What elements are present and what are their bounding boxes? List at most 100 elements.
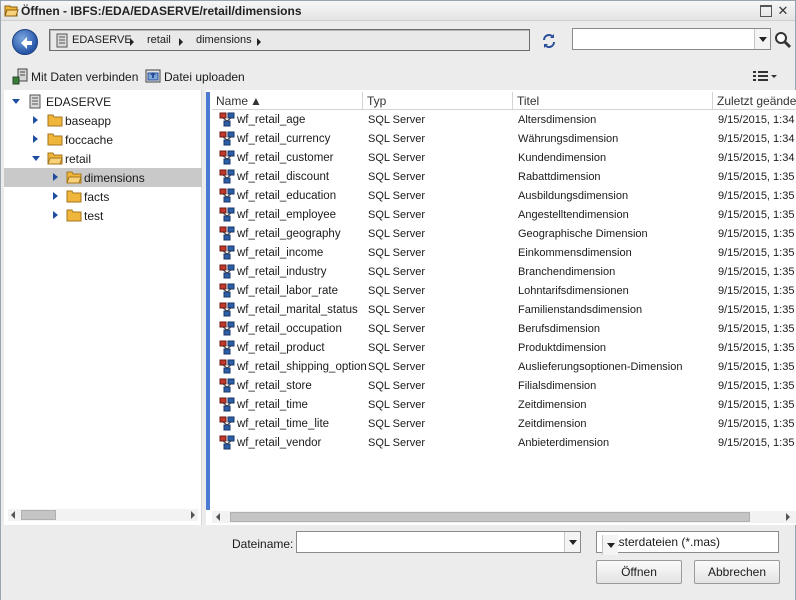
connect-data-button[interactable]: Mit Daten verbinden [12,68,139,86]
chevron-right-icon[interactable] [130,38,134,46]
breadcrumb-item-dimensions[interactable]: dimensions [196,34,252,46]
folder-tree: EDASERVE baseapp foccache retail dimensi… [4,90,202,525]
table-row[interactable]: wf_retail_marital_status SQL Server Famili… [212,301,796,320]
table-row[interactable]: wf_retail_time_lite SQL Server Zeitdimensi… [212,415,796,434]
tree-item-dimensions[interactable]: dimensions [4,168,202,187]
tree-item-label: foccache [65,133,114,147]
tree-item-edaserve[interactable]: EDASERVE [4,92,202,111]
close-button[interactable]: ✕ [777,4,789,17]
table-row[interactable]: wf_retail_customer SQL Server Kundendimens… [212,149,796,168]
refresh-icon[interactable] [540,32,558,50]
table-row[interactable]: wf_retail_income SQL Server Einkommensdime… [212,244,796,263]
chevron-right-icon[interactable] [33,116,38,124]
cell-type: SQL Server [368,304,426,316]
scrollbar-thumb[interactable] [21,510,56,520]
column-header-type[interactable]: Typ [363,92,513,110]
cell-name: wf_retail_time [237,399,308,411]
maximize-button[interactable] [760,5,772,17]
scrollbar-thumb[interactable] [230,512,750,522]
table-row[interactable]: wf_retail_product SQL Server Produktdimens… [212,339,796,358]
chevron-right-icon[interactable] [53,192,58,200]
window-title: Öffnen - IBFS:/EDA/EDASERVE/retail/dimen… [21,4,302,18]
cell-name: wf_retail_education [237,190,337,202]
cell-type: SQL Server [368,437,426,449]
scroll-left-icon[interactable] [216,513,220,521]
table-row[interactable]: wf_retail_store SQL Server Filialsdimensio… [212,377,796,396]
chevron-right-icon[interactable] [33,135,38,143]
cell-name: wf_retail_labor_rate [237,285,339,297]
table-row[interactable]: wf_retail_occupation SQL Server Berufsdime… [212,320,796,339]
scroll-right-icon[interactable] [786,513,790,521]
table-row[interactable]: wf_retail_discount SQL Server Rabattdimens… [212,168,796,187]
cell-title: Angestelltendimension [518,209,629,221]
master-file-icon [219,207,235,226]
search-icon[interactable] [774,31,792,49]
cell-modified: 9/15/2015, 1:34 [718,152,795,164]
table-row[interactable]: wf_retail_labor_rate SQL Server Lohntarifs… [212,282,796,301]
cell-modified: 9/15/2015, 1:35 [718,266,795,278]
filename-input[interactable] [299,534,561,550]
column-header-title[interactable]: Titel [513,92,713,110]
chevron-right-icon[interactable] [179,38,183,46]
chevron-right-icon[interactable] [53,173,58,181]
cell-title: Filialsdimension [518,380,597,392]
cell-name: wf_retail_time_lite [237,418,330,430]
tree-horizontal-scrollbar[interactable] [8,509,198,521]
scroll-right-icon[interactable] [191,511,195,519]
table-row[interactable]: wf_retail_geography SQL Server Geographisc… [212,225,796,244]
table-row[interactable]: wf_retail_age SQL Server Altersdimension 9/… [212,111,796,130]
tree-item-retail[interactable]: retail [4,149,202,168]
chevron-right-icon[interactable] [53,211,58,219]
cell-name: wf_retail_customer [237,152,334,164]
breadcrumb[interactable]: EDASERVE retail dimensions [49,29,530,51]
cancel-button[interactable]: Abbrechen [694,560,780,584]
cell-title: Zeitdimension [518,418,587,430]
dialog-footer: Dateiname: Masterdateien (*.mas) Öffnen … [1,525,795,600]
cell-type: SQL Server [368,342,426,354]
tree-item-baseapp[interactable]: baseapp [4,111,202,130]
view-options-icon[interactable] [752,69,778,83]
table-row[interactable]: wf_retail_industry SQL Server Branchendime… [212,263,796,282]
folder-icon [47,132,63,149]
column-header-modified[interactable]: Zuletzt geänder [713,92,796,110]
file-type-select[interactable]: Masterdateien (*.mas) [596,531,779,555]
table-row[interactable]: wf_retail_shipping_option SQL Server Ausli… [212,358,796,377]
scroll-left-icon[interactable] [11,511,15,519]
chevron-right-icon[interactable] [257,38,261,46]
tree-item-test[interactable]: test [4,206,202,225]
breadcrumb-item-retail[interactable]: retail [147,34,171,46]
column-header-label: Typ [367,94,387,108]
cell-name: wf_retail_discount [237,171,330,183]
connect-data-label: Mit Daten verbinden [31,70,139,84]
cell-modified: 9/15/2015, 1:35 [718,380,795,392]
upload-file-button[interactable]: Datei uploaden [145,68,245,86]
column-header-name[interactable]: Name ▲ [212,92,363,110]
table-row[interactable]: wf_retail_currency SQL Server Währungsdime… [212,130,796,149]
tree-item-foccache[interactable]: foccache [4,130,202,149]
cell-title: Berufsdimension [518,323,600,335]
tree-item-facts[interactable]: facts [4,187,202,206]
chevron-down-icon[interactable] [32,156,40,161]
back-button[interactable] [12,29,38,55]
table-row[interactable]: wf_retail_time SQL Server Zeitdimension 9/1… [212,396,796,415]
master-file-icon [219,264,235,283]
chevron-down-icon[interactable] [602,535,618,555]
file-list: Name ▲ Typ Titel Zuletzt geänder wf_reta… [206,90,796,525]
breadcrumb-item-edaserve[interactable]: EDASERVE [72,34,132,46]
search-combobox[interactable] [572,28,771,50]
table-row[interactable]: wf_retail_education SQL Server Ausbildungs… [212,187,796,206]
table-row[interactable]: wf_retail_vendor SQL Server Anbieterdimens… [212,434,796,453]
open-button[interactable]: Öffnen [596,560,682,584]
chevron-down-icon[interactable] [754,29,770,49]
search-input[interactable] [575,31,753,47]
table-row[interactable]: wf_retail_employee SQL Server Angestellten… [212,206,796,225]
chevron-down-icon[interactable] [12,99,20,104]
filename-combobox[interactable] [296,531,581,553]
cell-modified: 9/15/2015, 1:35 [718,171,795,183]
file-list-horizontal-scrollbar[interactable] [212,511,796,523]
chevron-down-icon[interactable] [564,532,580,552]
master-file-icon [219,188,235,207]
cell-title: Altersdimension [518,114,597,126]
master-file-icon [219,302,235,321]
cell-title: Branchendimension [518,266,616,278]
